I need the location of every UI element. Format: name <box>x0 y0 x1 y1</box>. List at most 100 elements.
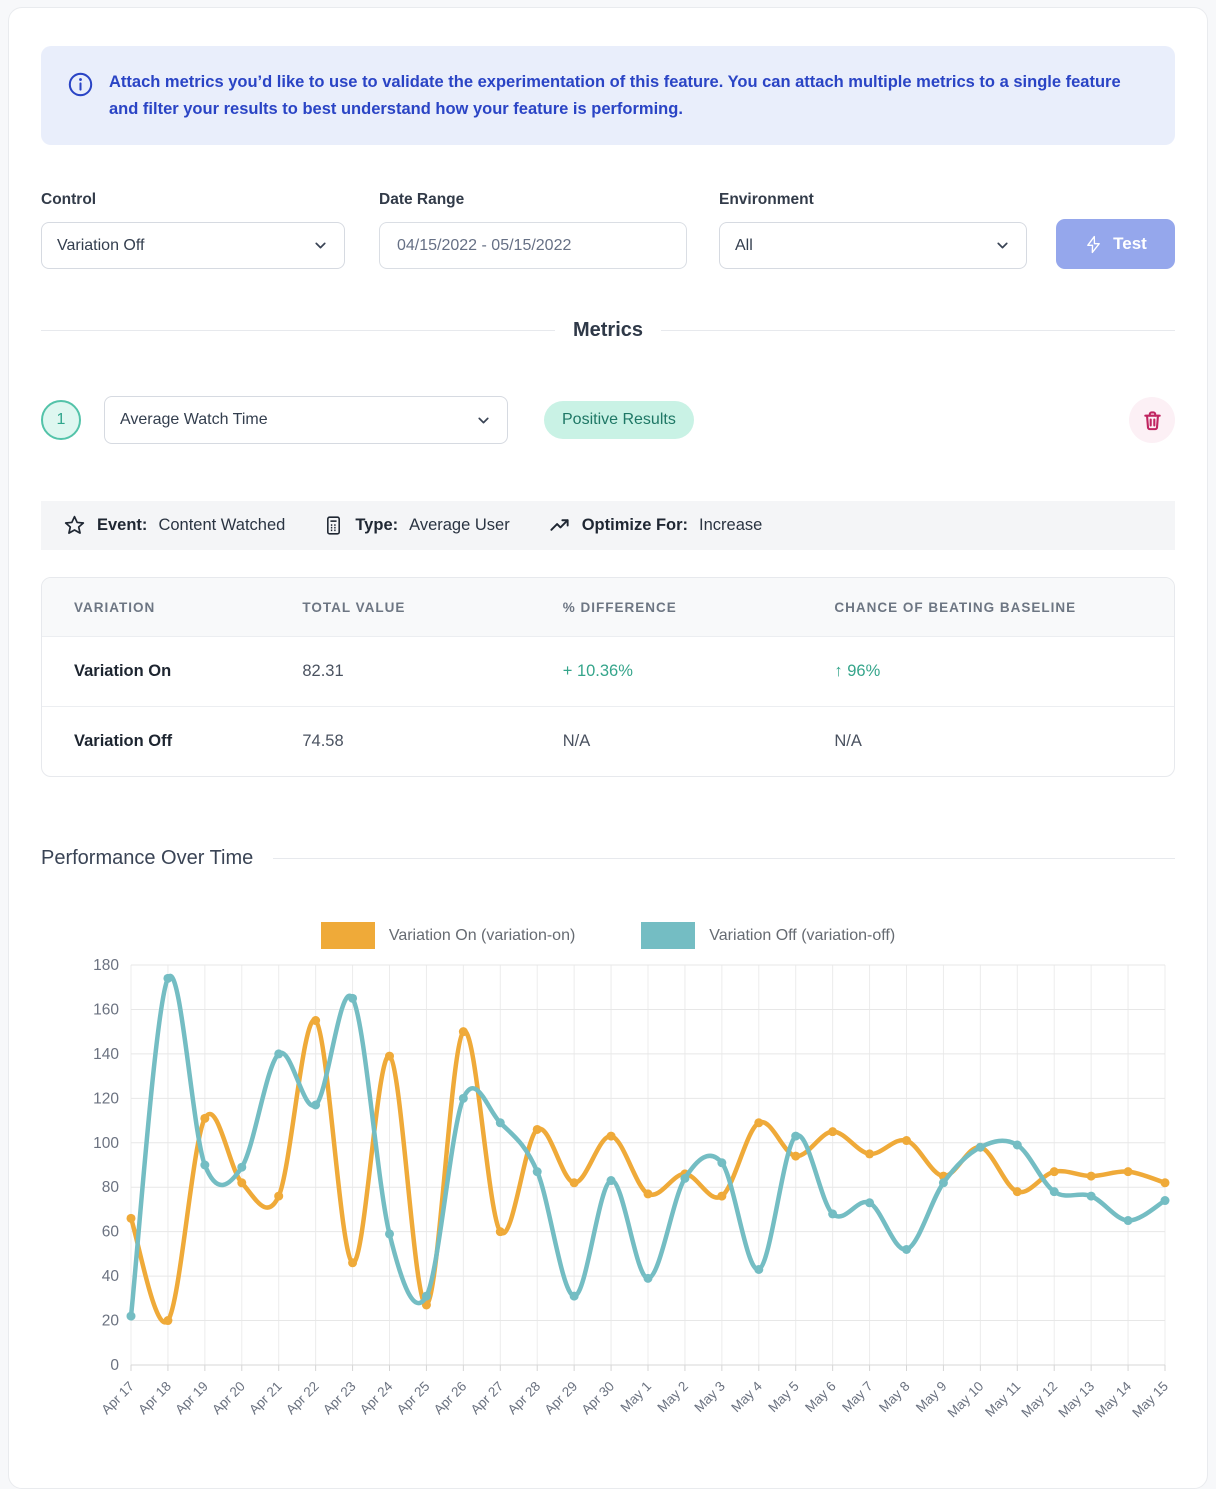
chart-data-point <box>865 1199 874 1208</box>
x-axis-label: Apr 27 <box>468 1379 507 1418</box>
delete-metric-button[interactable] <box>1129 397 1175 443</box>
x-axis-label: May 3 <box>691 1379 728 1416</box>
event-label: Event: <box>97 516 147 535</box>
chart-data-point <box>496 1119 505 1128</box>
x-axis-label: May 12 <box>1018 1379 1060 1421</box>
test-button-label: Test <box>1113 234 1147 254</box>
trending-up-icon <box>548 514 571 537</box>
x-axis-label: May 5 <box>765 1379 802 1416</box>
type-value: Average User <box>409 516 510 535</box>
chart-data-point <box>791 1132 800 1141</box>
chart-data-point <box>902 1136 911 1145</box>
control-select[interactable]: Variation Off <box>41 222 345 269</box>
chart-data-point <box>274 1050 283 1059</box>
chart-data-point <box>607 1176 616 1185</box>
chart-legend: Variation On (variation-on) Variation Off… <box>41 922 1175 949</box>
chart-data-point <box>1087 1192 1096 1201</box>
chart-data-point <box>791 1152 800 1161</box>
table-cell: Variation On <box>42 637 302 707</box>
x-axis-label: May 2 <box>654 1379 691 1416</box>
trash-icon <box>1141 409 1164 432</box>
metric-select[interactable]: Average Watch Time <box>104 396 508 444</box>
y-axis-label: 100 <box>93 1135 119 1152</box>
chart-data-point <box>1161 1196 1170 1205</box>
chart-data-point <box>1087 1172 1096 1181</box>
chart-data-point <box>1161 1179 1170 1188</box>
chart-data-point <box>754 1265 763 1274</box>
chart-data-point <box>1124 1168 1133 1177</box>
chart-data-point <box>680 1174 689 1183</box>
y-axis-label: 40 <box>102 1269 120 1286</box>
chart-data-point <box>533 1168 542 1177</box>
control-label: Control <box>41 191 345 209</box>
table-cell: 74.58 <box>302 707 562 777</box>
x-axis-label: May 13 <box>1055 1379 1097 1421</box>
x-axis-label: Apr 29 <box>542 1379 581 1418</box>
chart-data-point <box>311 1016 320 1025</box>
lightning-bolt-icon <box>1084 235 1103 254</box>
chart-data-point <box>200 1161 209 1170</box>
date-range-label: Date Range <box>379 191 687 209</box>
table-cell: N/A <box>563 707 835 777</box>
table-cell: 82.31 <box>302 637 562 707</box>
chart-data-point <box>1050 1168 1059 1177</box>
chart-data-point <box>496 1228 505 1237</box>
legend-item[interactable]: Variation On (variation-on) <box>321 922 575 949</box>
metric-select-value: Average Watch Time <box>120 411 268 429</box>
legend-item[interactable]: Variation Off (variation-off) <box>641 922 895 949</box>
metrics-heading: Metrics <box>573 319 643 342</box>
x-axis-label: Apr 24 <box>357 1379 396 1418</box>
chevron-down-icon <box>312 237 329 254</box>
chart-data-point <box>163 1316 172 1325</box>
chart-data-point <box>127 1214 136 1223</box>
chart-data-point <box>127 1312 136 1321</box>
metric-index-badge: 1 <box>41 400 81 440</box>
environment-select[interactable]: All <box>719 222 1027 269</box>
x-axis-label: May 8 <box>876 1379 913 1416</box>
x-axis-label: Apr 21 <box>246 1379 285 1418</box>
info-icon <box>67 71 94 98</box>
chart-data-point <box>570 1179 579 1188</box>
type-label: Type: <box>355 516 398 535</box>
chevron-down-icon <box>475 412 492 429</box>
x-axis-label: Apr 17 <box>98 1379 137 1418</box>
chart-data-point <box>163 974 172 983</box>
results-table-wrap: VARIATIONTOTAL VALUE% DIFFERENCECHANCE O… <box>41 577 1175 777</box>
table-row: Variation Off74.58N/AN/A <box>42 707 1174 777</box>
chart-data-point <box>311 1101 320 1110</box>
x-axis-label: May 14 <box>1092 1379 1134 1421</box>
chart-data-point <box>717 1159 726 1168</box>
chart-data-point <box>422 1292 431 1301</box>
metric-row: 1 Average Watch Time Positive Results <box>41 396 1175 444</box>
y-axis-label: 140 <box>93 1046 119 1063</box>
table-row: Variation On82.31+ 10.36%↑ 96% <box>42 637 1174 707</box>
x-axis-label: Apr 23 <box>320 1379 359 1418</box>
date-range-field <box>379 222 687 269</box>
results-table-body: Variation On82.31+ 10.36%↑ 96%Variation … <box>42 637 1174 777</box>
x-axis-label: Apr 26 <box>431 1379 470 1418</box>
chart-data-point <box>200 1114 209 1123</box>
results-table-head: VARIATIONTOTAL VALUE% DIFFERENCECHANCE O… <box>42 578 1174 637</box>
date-range-input[interactable] <box>395 236 671 256</box>
y-axis-label: 120 <box>93 1091 119 1108</box>
divider-line <box>41 330 555 331</box>
chart-section-header: Performance Over Time <box>41 847 1175 870</box>
chart-data-point <box>644 1274 653 1283</box>
chart-data-point <box>237 1179 246 1188</box>
x-axis-label: May 4 <box>728 1379 765 1416</box>
chart-data-point <box>385 1052 394 1061</box>
chart-data-point <box>717 1192 726 1201</box>
table-column-header: VARIATION <box>42 578 302 637</box>
test-button[interactable]: Test <box>1056 219 1175 269</box>
chart-data-point <box>865 1150 874 1159</box>
y-axis-label: 180 <box>93 957 119 974</box>
table-cell: N/A <box>834 707 1174 777</box>
y-axis-label: 20 <box>102 1313 120 1330</box>
chart-data-point <box>1050 1188 1059 1197</box>
table-cell: Variation Off <box>42 707 302 777</box>
metric-detail-bar: Event: Content Watched Type: Average Use… <box>41 501 1175 550</box>
x-axis-label: Apr 25 <box>394 1379 433 1418</box>
optimize-value: Increase <box>699 516 762 535</box>
chart-data-point <box>976 1143 985 1152</box>
chart-data-point <box>902 1245 911 1254</box>
